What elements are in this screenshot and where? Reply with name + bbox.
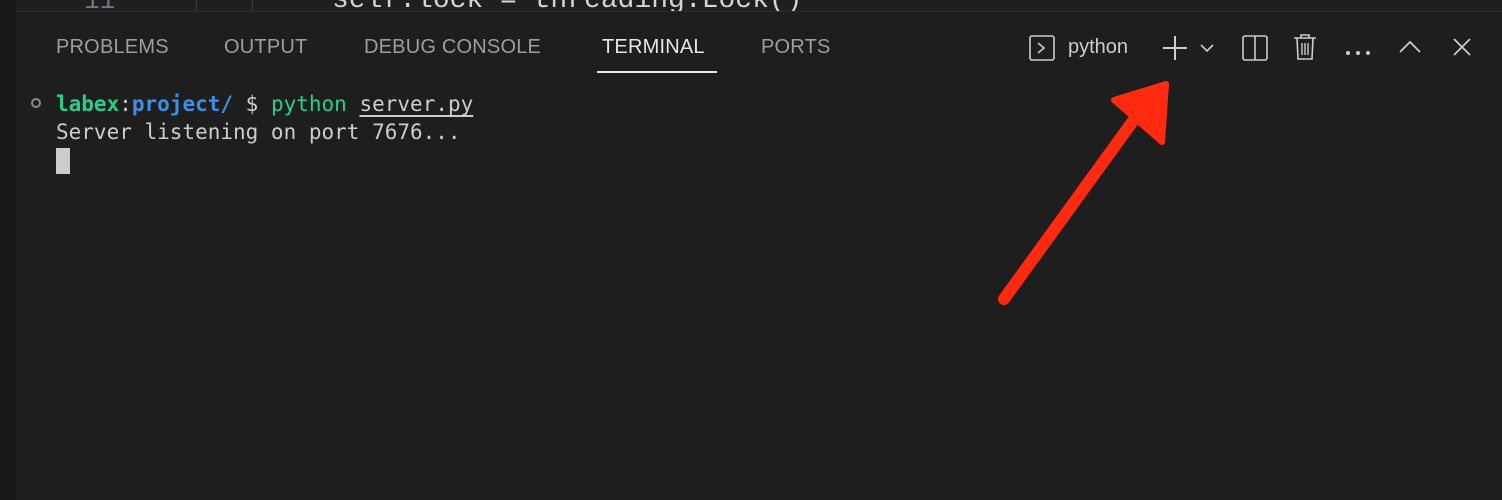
line-number: 11 [84,0,115,11]
terminal-output[interactable]: labex:project/ $ python server.py Server… [28,88,1488,488]
terminal-icon[interactable] [1028,34,1056,67]
trash-icon[interactable] [1292,32,1318,67]
terminal-cursor [56,148,70,174]
prompt-user: labex [56,92,120,116]
plus-icon[interactable] [1160,34,1190,67]
tab-debug-console[interactable]: DEBUG CONSOLE [364,36,541,59]
gutter-divider [252,0,253,11]
prompt-path: project/ [131,92,234,116]
chevron-up-icon[interactable] [1397,38,1423,61]
code-line: self.lock = threading.Lock() [332,0,802,11]
terminal-command-line: labex:project/ $ python server.py [56,90,473,118]
tab-terminal[interactable]: TERMINAL [602,36,705,59]
active-tab-indicator [597,71,717,73]
editor-remnant: 11 self.lock = threading.Lock() [16,0,1502,11]
close-icon[interactable] [1451,36,1473,63]
panel-tab-bar: PROBLEMS OUTPUT DEBUG CONSOLE TERMINAL P… [16,12,1502,76]
tab-output[interactable]: OUTPUT [224,36,307,59]
chevron-down-icon[interactable] [1198,40,1216,61]
gutter-divider [196,0,197,11]
prompt-separator: : [119,92,132,116]
terminal-output-line: Server listening on port 7676... [56,120,461,144]
tab-ports[interactable]: PORTS [761,36,831,59]
prompt-symbol: $ [233,92,271,116]
command-status-icon[interactable] [31,98,41,108]
command-name: python [270,92,347,116]
tab-problems[interactable]: PROBLEMS [56,36,169,59]
more-icon[interactable] [1344,44,1372,62]
vscode-window: 11 self.lock = threading.Lock() PROBLEMS… [0,0,1502,500]
split-icon[interactable] [1241,34,1269,67]
command-argument[interactable]: server.py [359,92,473,116]
activity-edge [0,0,16,500]
terminal-name[interactable]: python [1068,36,1128,59]
